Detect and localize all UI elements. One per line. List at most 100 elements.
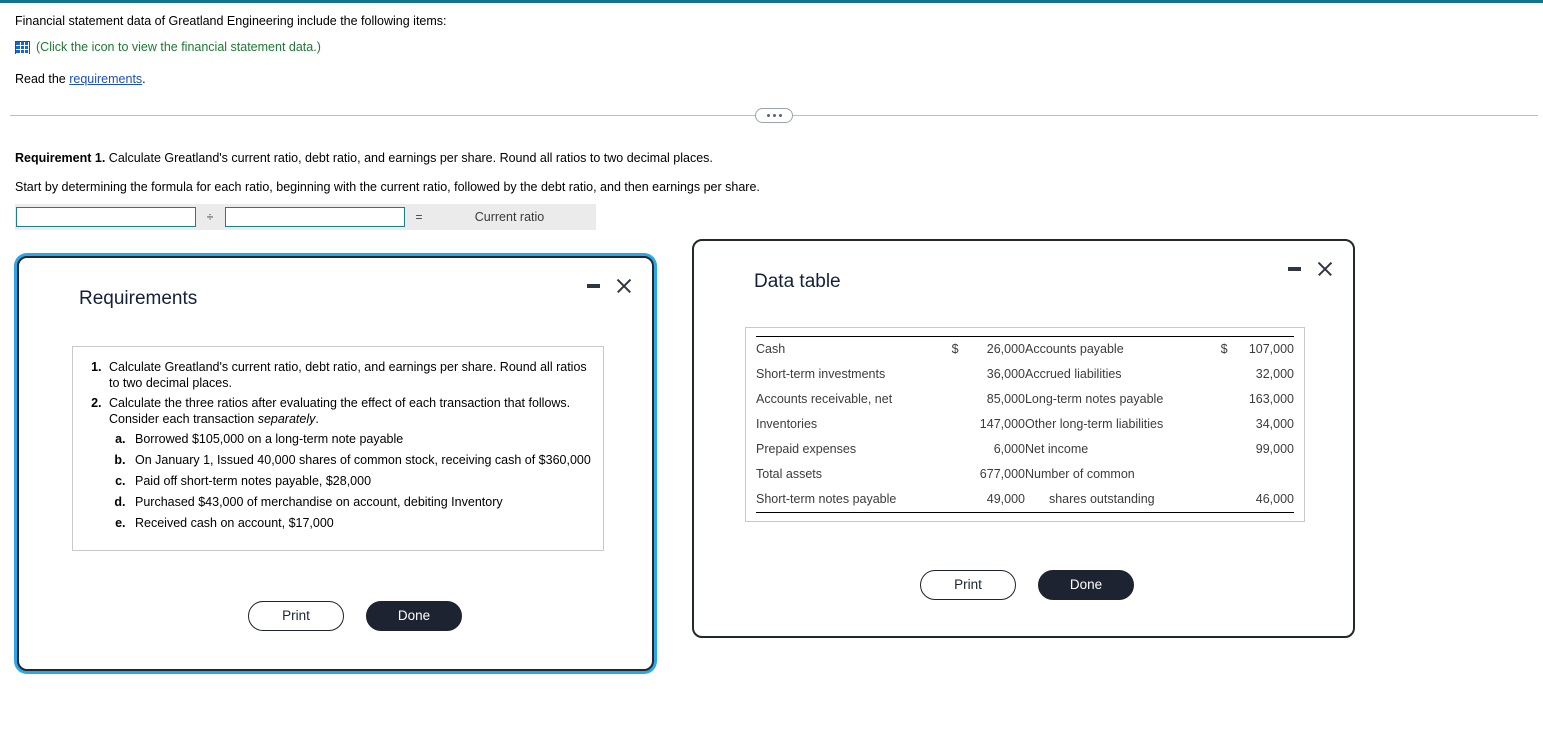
requirement-subitem-a-text: Borrowed $105,000 on a long-term note pa… <box>135 432 404 446</box>
formula-entry-row: ÷ = Current ratio <box>15 204 596 230</box>
requirement-1-label: Requirement 1. <box>15 151 106 165</box>
data-table-dialog: Data table Cash $26,000 Accounts payable $1… <box>692 239 1355 638</box>
minimize-icon[interactable] <box>587 284 600 288</box>
requirements-print-button[interactable]: Print <box>248 601 344 631</box>
row-left-label: Short-term investments <box>756 367 886 381</box>
row-right-currency <box>1213 412 1228 437</box>
table-row: Prepaid expenses 6,000 Net income 99,000 <box>756 437 1294 462</box>
row-right-value: 46,000 <box>1227 487 1294 513</box>
row-right-currency <box>1213 362 1228 387</box>
table-row: Short-term investments 36,000 Accrued liab… <box>756 362 1294 387</box>
row-left-label: Accounts receivable, net <box>756 392 893 406</box>
row-left-label: Short-term notes payable <box>756 487 944 513</box>
table-row: Inventories 147,000 Other long-term liabil… <box>756 412 1294 437</box>
data-table-print-button[interactable]: Print <box>920 570 1016 600</box>
row-right-currency <box>1212 487 1228 513</box>
row-right-label: Number of common <box>1024 467 1135 481</box>
requirements-window-controls <box>587 278 632 294</box>
table-grid-icon[interactable] <box>15 40 30 54</box>
numerator-input[interactable] <box>16 207 196 227</box>
requirement-item-1-text: Calculate Greatland's current ratio, deb… <box>109 360 587 390</box>
requirements-list-box: Calculate Greatland's current ratio, deb… <box>72 346 604 551</box>
row-left-currency <box>944 362 959 387</box>
row-right-value: 99,000 <box>1255 442 1294 456</box>
row-right-currency <box>1213 437 1228 462</box>
row-left-value: 147,000 <box>979 417 1025 431</box>
requirement-item-2-text-after: . <box>315 412 319 426</box>
row-left-value: 677,000 <box>979 467 1025 481</box>
requirement-1-text: Calculate Greatland's current ratio, deb… <box>105 151 713 165</box>
row-right-currency <box>1213 387 1228 412</box>
requirements-dialog-title: Requirements <box>79 288 198 309</box>
financial-data-link-row: (Click the icon to view the financial st… <box>15 37 1515 57</box>
dot-icon <box>772 114 776 117</box>
section-divider <box>10 108 1538 124</box>
ratio-result-label: Current ratio <box>474 210 545 224</box>
row-right-value: 163,000 <box>1248 392 1294 406</box>
equals-symbol: = <box>415 210 423 224</box>
financial-data-table: Cash $26,000 Accounts payable $107,000 Short… <box>756 336 1294 513</box>
requirement-item-1: Calculate Greatland's current ratio, deb… <box>105 359 591 391</box>
requirement-subitem-e: Received cash on account, $17,000 <box>129 515 591 531</box>
row-right-value <box>1228 462 1294 487</box>
dot-icon <box>766 114 770 117</box>
read-requirements-row: Read the requirements. <box>15 69 1515 89</box>
view-financial-data-link[interactable]: (Click the icon to view the financial st… <box>36 37 321 57</box>
requirement-item-2-italic: separately <box>257 412 316 426</box>
row-left-value: 26,000 <box>958 336 1025 362</box>
row-right-label: Net income <box>1024 442 1089 456</box>
page-root: Financial statement data of Greatland En… <box>0 0 1543 755</box>
row-left-currency <box>944 387 959 412</box>
row-left-currency <box>943 487 959 513</box>
row-right-value: 107,000 <box>1227 336 1294 362</box>
row-left-label: Prepaid expenses <box>756 442 857 456</box>
row-left-currency <box>944 412 959 437</box>
denominator-input[interactable] <box>225 207 405 227</box>
requirements-dialog-actions: Print Done <box>248 601 462 631</box>
requirement-1-section: Requirement 1. Calculate Greatland's cur… <box>15 149 1215 196</box>
table-row: Total assets 677,000 Number of common <box>756 462 1294 487</box>
table-row: Cash $26,000 Accounts payable $107,000 <box>756 336 1294 362</box>
row-right-label: Long-term notes payable <box>1024 392 1164 406</box>
requirement-subitem-a: Borrowed $105,000 on a long-term note pa… <box>129 431 591 447</box>
minimize-icon[interactable] <box>1288 267 1301 271</box>
data-table-dialog-title: Data table <box>754 271 841 292</box>
financial-data-table-frame: Cash $26,000 Accounts payable $107,000 Short… <box>745 327 1305 522</box>
row-left-label: Inventories <box>756 417 818 431</box>
table-row: Short-term notes payable 49,000 shares out… <box>756 487 1294 513</box>
close-icon[interactable] <box>1317 261 1333 277</box>
row-left-value: 49,000 <box>958 487 1025 513</box>
row-right-label: Accrued liabilities <box>1024 367 1122 381</box>
row-left-currency <box>944 437 959 462</box>
data-table-window-controls <box>1288 261 1333 277</box>
problem-intro-text: Financial statement data of Greatland En… <box>15 14 447 28</box>
close-icon[interactable] <box>616 278 632 294</box>
row-left-currency: $ <box>943 336 959 362</box>
row-left-value: 85,000 <box>986 392 1025 406</box>
requirements-dialog: Requirements Calculate Greatland's curre… <box>17 256 654 671</box>
read-suffix-text: . <box>142 72 146 86</box>
requirement-1-instruction: Start by determining the formula for eac… <box>15 180 760 194</box>
row-right-label: Accounts payable <box>1024 336 1213 362</box>
row-left-currency <box>944 462 959 487</box>
data-table-done-button[interactable]: Done <box>1038 570 1134 600</box>
requirement-subitem-b-text: On January 1, Issued 40,000 shares of co… <box>135 453 591 467</box>
row-left-value: 6,000 <box>993 442 1025 456</box>
requirements-ordered-list: Calculate Greatland's current ratio, deb… <box>85 359 591 531</box>
requirement-subitem-c: Paid off short-term notes payable, $28,0… <box>129 473 591 489</box>
requirement-sublist: Borrowed $105,000 on a long-term note pa… <box>109 431 591 531</box>
requirement-subitem-d-text: Purchased $43,000 of merchandise on acco… <box>135 495 503 509</box>
row-left-value: 36,000 <box>986 367 1025 381</box>
collapse-dots-handle[interactable] <box>755 108 793 123</box>
requirements-done-button[interactable]: Done <box>366 601 462 631</box>
row-left-label: Cash <box>756 336 944 362</box>
read-prefix-text: Read the <box>15 72 70 86</box>
problem-statement: Financial statement data of Greatland En… <box>15 11 1515 89</box>
data-table-dialog-actions: Print Done <box>920 570 1134 600</box>
row-right-label: Other long-term liabilities <box>1024 417 1164 431</box>
requirement-subitem-e-text: Received cash on account, $17,000 <box>135 516 334 530</box>
requirements-link[interactable]: requirements <box>69 72 142 86</box>
row-left-label: Total assets <box>756 467 823 481</box>
row-right-label: shares outstanding <box>1024 487 1213 513</box>
divide-symbol: ÷ <box>206 210 214 224</box>
